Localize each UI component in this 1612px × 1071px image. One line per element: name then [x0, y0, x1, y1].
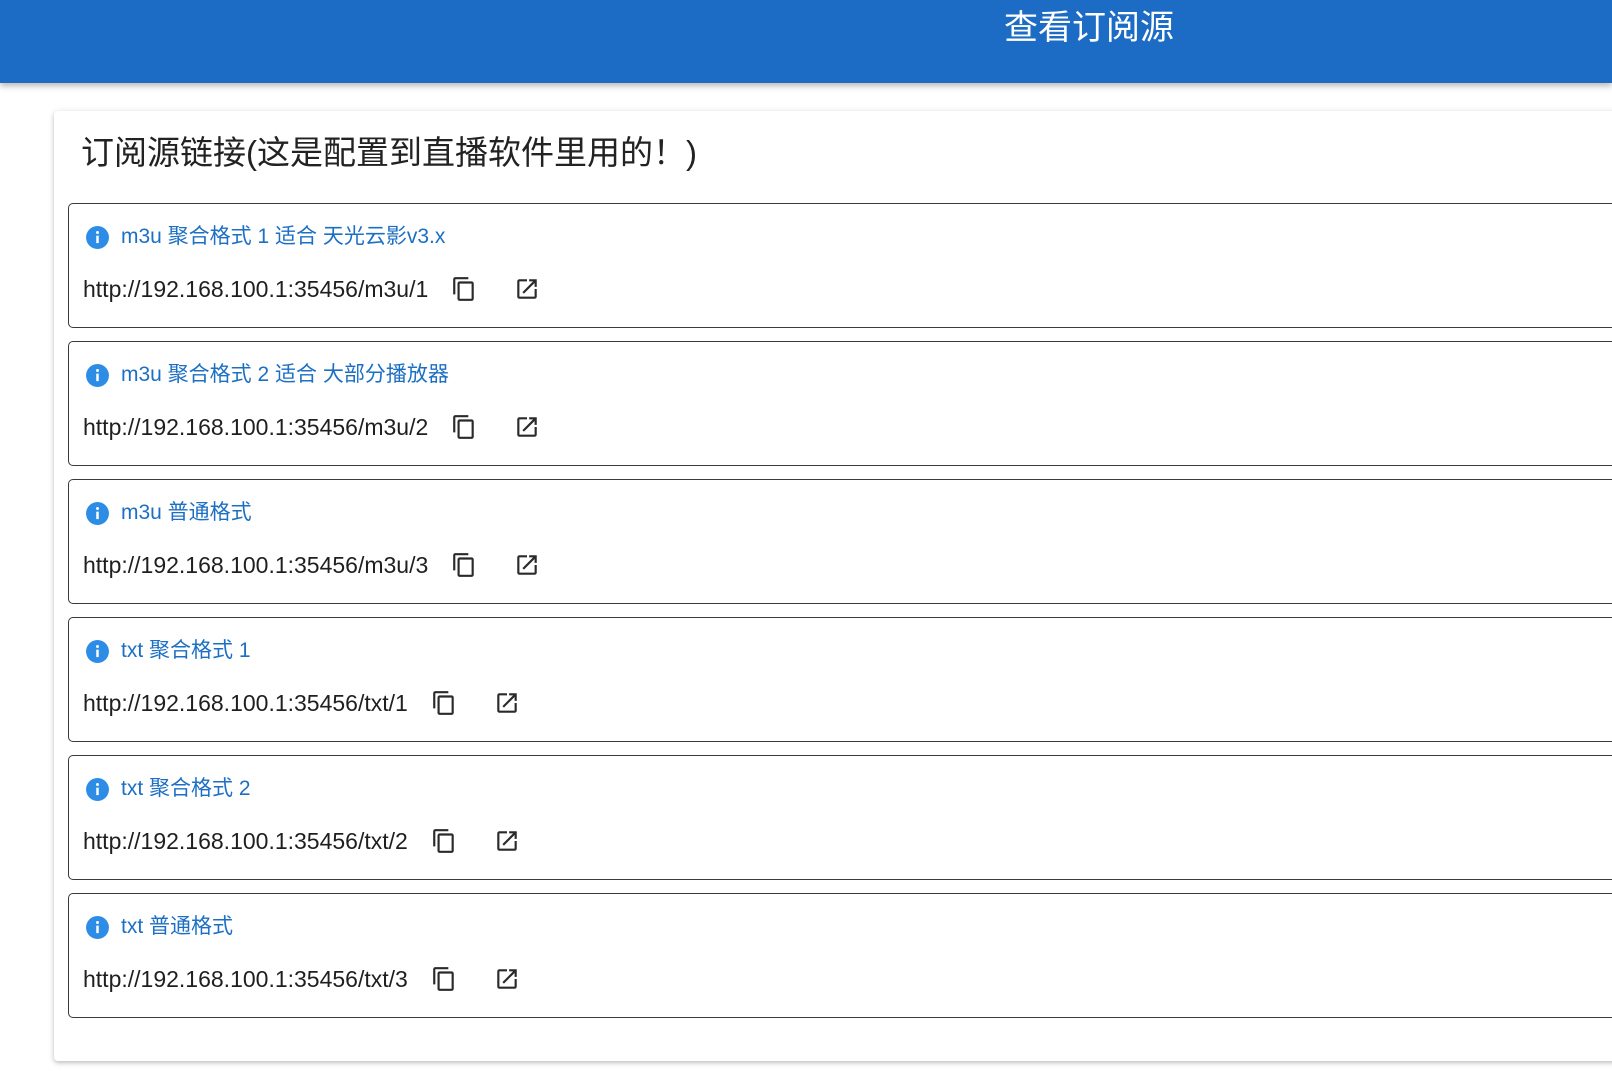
open-link-button[interactable] — [489, 823, 525, 859]
link-box-6: txt 普通格式 http://192.168.100.1:35456/txt/… — [68, 893, 1612, 1018]
link-label-row: txt 普通格式 — [85, 913, 233, 941]
copy-icon — [453, 415, 475, 439]
copy-button[interactable] — [446, 409, 482, 445]
link-label: m3u 普通格式 — [121, 501, 252, 524]
link-url[interactable]: http://192.168.100.1:35456/m3u/3 — [83, 547, 428, 583]
link-url[interactable]: http://192.168.100.1:35456/txt/1 — [83, 685, 408, 721]
info-icon — [86, 915, 109, 939]
open-in-new-icon — [497, 693, 517, 713]
copy-icon — [432, 691, 454, 715]
open-link-button[interactable] — [509, 271, 545, 307]
link-box-3: m3u 普通格式 http://192.168.100.1:35456/m3u/… — [68, 479, 1612, 604]
app-title: 查看订阅源 — [1004, 9, 1174, 47]
link-label: txt 聚合格式 2 — [121, 777, 251, 800]
copy-icon — [453, 553, 475, 577]
copy-icon — [432, 967, 454, 991]
link-box-1: m3u 聚合格式 1 适合 天光云影v3.x http://192.168.10… — [68, 203, 1612, 328]
link-url-row: http://192.168.100.1:35456/m3u/3 — [83, 547, 545, 583]
open-in-new-icon — [517, 555, 538, 575]
copy-button[interactable] — [426, 961, 462, 997]
link-label-row: m3u 普通格式 — [85, 499, 252, 527]
link-url-row: http://192.168.100.1:35456/txt/1 — [83, 685, 525, 721]
link-url-row: http://192.168.100.1:35456/m3u/2 — [83, 409, 545, 445]
link-label-row: txt 聚合格式 2 — [85, 775, 251, 803]
info-icon — [86, 363, 109, 387]
info-icon — [86, 225, 109, 249]
link-url-row: http://192.168.100.1:35456/txt/3 — [83, 961, 525, 997]
open-link-button[interactable] — [509, 409, 545, 445]
open-link-button[interactable] — [509, 547, 545, 583]
link-box-5: txt 聚合格式 2 http://192.168.100.1:35456/tx… — [68, 755, 1612, 880]
link-label: m3u 聚合格式 1 适合 天光云影v3.x — [121, 225, 446, 248]
copy-icon — [432, 829, 454, 853]
link-label-row: txt 聚合格式 1 — [85, 637, 251, 665]
link-url[interactable]: http://192.168.100.1:35456/txt/2 — [83, 823, 408, 859]
open-in-new-icon — [517, 417, 538, 437]
link-label-row: m3u 聚合格式 2 适合 大部分播放器 — [85, 361, 449, 389]
copy-button[interactable] — [446, 271, 482, 307]
link-box-2: m3u 聚合格式 2 适合 大部分播放器 http://192.168.100.… — [68, 341, 1612, 466]
link-url[interactable]: http://192.168.100.1:35456/m3u/1 — [83, 271, 428, 307]
link-label: txt 普通格式 — [121, 915, 234, 938]
open-in-new-icon — [497, 969, 517, 989]
copy-button[interactable] — [446, 547, 482, 583]
link-url-row: http://192.168.100.1:35456/txt/2 — [83, 823, 525, 859]
app-bar: 查看订阅源 — [0, 0, 1612, 83]
copy-icon — [453, 277, 475, 301]
link-label: txt 聚合格式 1 — [121, 639, 251, 662]
link-url[interactable]: http://192.168.100.1:35456/m3u/2 — [83, 409, 428, 445]
info-icon — [86, 777, 109, 801]
open-link-button[interactable] — [489, 685, 525, 721]
link-label: m3u 聚合格式 2 适合 大部分播放器 — [121, 363, 449, 386]
link-box-4: txt 聚合格式 1 http://192.168.100.1:35456/tx… — [68, 617, 1612, 742]
copy-button[interactable] — [426, 823, 462, 859]
open-link-button[interactable] — [489, 961, 525, 997]
copy-button[interactable] — [426, 685, 462, 721]
open-in-new-icon — [517, 279, 538, 299]
info-icon — [86, 639, 109, 663]
link-url-row: http://192.168.100.1:35456/m3u/1 — [83, 271, 545, 307]
subscription-card: 订阅源链接(这是配置到直播软件里用的！) m3u 聚合格式 1 适合 天光云影v… — [54, 111, 1612, 1061]
open-in-new-icon — [497, 831, 517, 851]
info-icon — [86, 501, 109, 525]
link-label-row: m3u 聚合格式 1 适合 天光云影v3.x — [85, 223, 445, 251]
link-url[interactable]: http://192.168.100.1:35456/txt/3 — [83, 961, 408, 997]
card-title: 订阅源链接(这是配置到直播软件里用的！) — [81, 134, 697, 171]
